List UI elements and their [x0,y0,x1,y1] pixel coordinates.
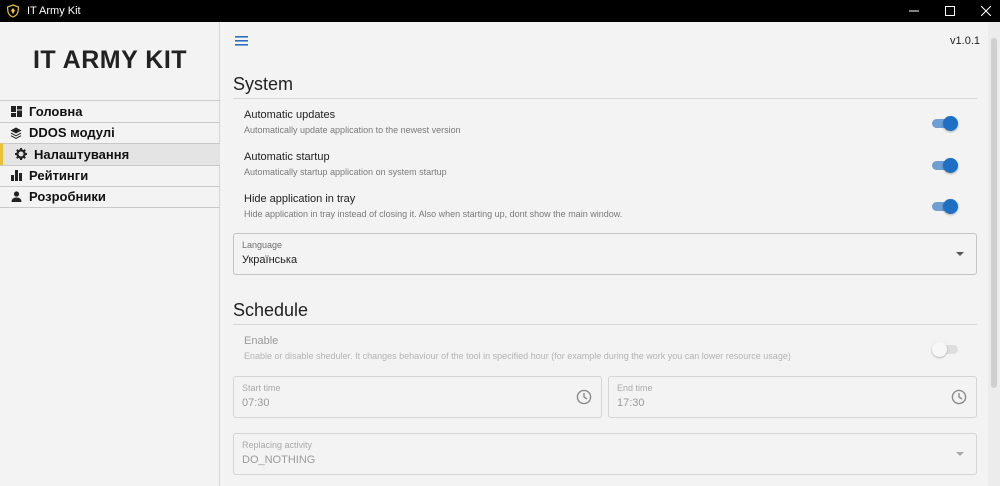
toggle-thumb [943,116,958,131]
auto-startup-toggle[interactable] [932,158,958,173]
setting-desc-hide-in-tray: Hide application in tray instead of clos… [244,209,623,219]
brand-title: IT ARMY KIT [32,46,188,74]
setting-desc-auto-updates: Automatically update application to the … [244,125,461,135]
dashboard-icon [10,105,22,117]
scrollbar-thumb[interactable] [991,38,997,388]
dropdown-arrow-icon [956,252,964,256]
clock-icon[interactable] [951,389,967,405]
setting-desc-schedule-enable: Enable or disable sheduler. It changes b… [244,351,791,361]
language-select[interactable]: Language Українська [233,233,977,275]
clock-icon[interactable] [576,389,592,405]
version-label: v1.0.1 [950,35,980,47]
close-button[interactable] [963,0,1000,22]
toggle-thumb [932,342,947,357]
app-shield-icon [6,4,20,18]
dropdown-arrow-icon [956,452,964,456]
sidebar-nav: Головна DDOS модулі Налаштування Рейтинг… [0,100,220,208]
sidebar: IT ARMY KIT Головна DDOS модулі Налаштув… [0,22,220,486]
schedule-enable-toggle[interactable] [932,342,958,357]
title-bar: IT Army Kit [0,0,1000,22]
sidebar-item-label: Рейтинги [29,168,89,184]
section-divider [233,324,977,325]
section-title-schedule: Schedule [233,300,309,320]
start-time-field[interactable]: Start time 07:30 [233,376,602,418]
language-value: Українська [242,254,298,266]
sidebar-item-developers[interactable]: Розробники [0,186,220,208]
layers-icon [10,127,22,139]
minimize-icon [909,10,919,12]
replacing-activity-select[interactable]: Replacing activity DO_NOTHING [233,433,977,475]
toggle-thumb [943,199,958,214]
section-title-system: System [233,74,294,94]
sidebar-item-label: DDOS модулі [29,125,115,141]
start-time-label: Start time [242,383,281,393]
setting-title-auto-updates: Automatic updates [244,109,336,121]
sidebar-item-label: Головна [29,103,83,119]
end-time-label: End time [617,383,653,393]
person-icon [10,191,22,203]
setting-desc-auto-startup: Automatically startup application on sys… [244,167,447,177]
maximize-icon [945,6,955,16]
bar-chart-icon [10,170,22,182]
setting-title-schedule-enable: Enable [244,335,279,347]
sidebar-item-ddos-modules[interactable]: DDOS модулі [0,121,220,144]
window-title: IT Army Kit [27,5,81,17]
sidebar-item-label: Налаштування [34,146,130,162]
language-label: Language [242,240,283,250]
end-time-value: 17:30 [617,397,645,409]
gear-icon [15,148,27,161]
hamburger-menu-icon[interactable] [234,34,250,48]
close-icon [981,6,991,16]
replacing-activity-value: DO_NOTHING [242,454,316,466]
sidebar-item-settings[interactable]: Налаштування [0,143,220,165]
sidebar-item-label: Розробники [29,189,106,205]
section-divider [233,98,977,99]
sidebar-item-home[interactable]: Головна [0,100,220,122]
sidebar-item-ratings[interactable]: Рейтинги [0,164,220,187]
main-content: v1.0.1 System Automatic updates Automati… [221,22,988,486]
hide-in-tray-toggle[interactable] [932,199,958,214]
start-time-value: 07:30 [242,397,270,409]
setting-title-hide-in-tray: Hide application in tray [244,193,356,205]
auto-updates-toggle[interactable] [932,116,958,131]
toggle-thumb [943,158,958,173]
end-time-field[interactable]: End time 17:30 [608,376,977,418]
setting-title-auto-startup: Automatic startup [244,151,330,163]
replacing-activity-label: Replacing activity [242,440,313,450]
